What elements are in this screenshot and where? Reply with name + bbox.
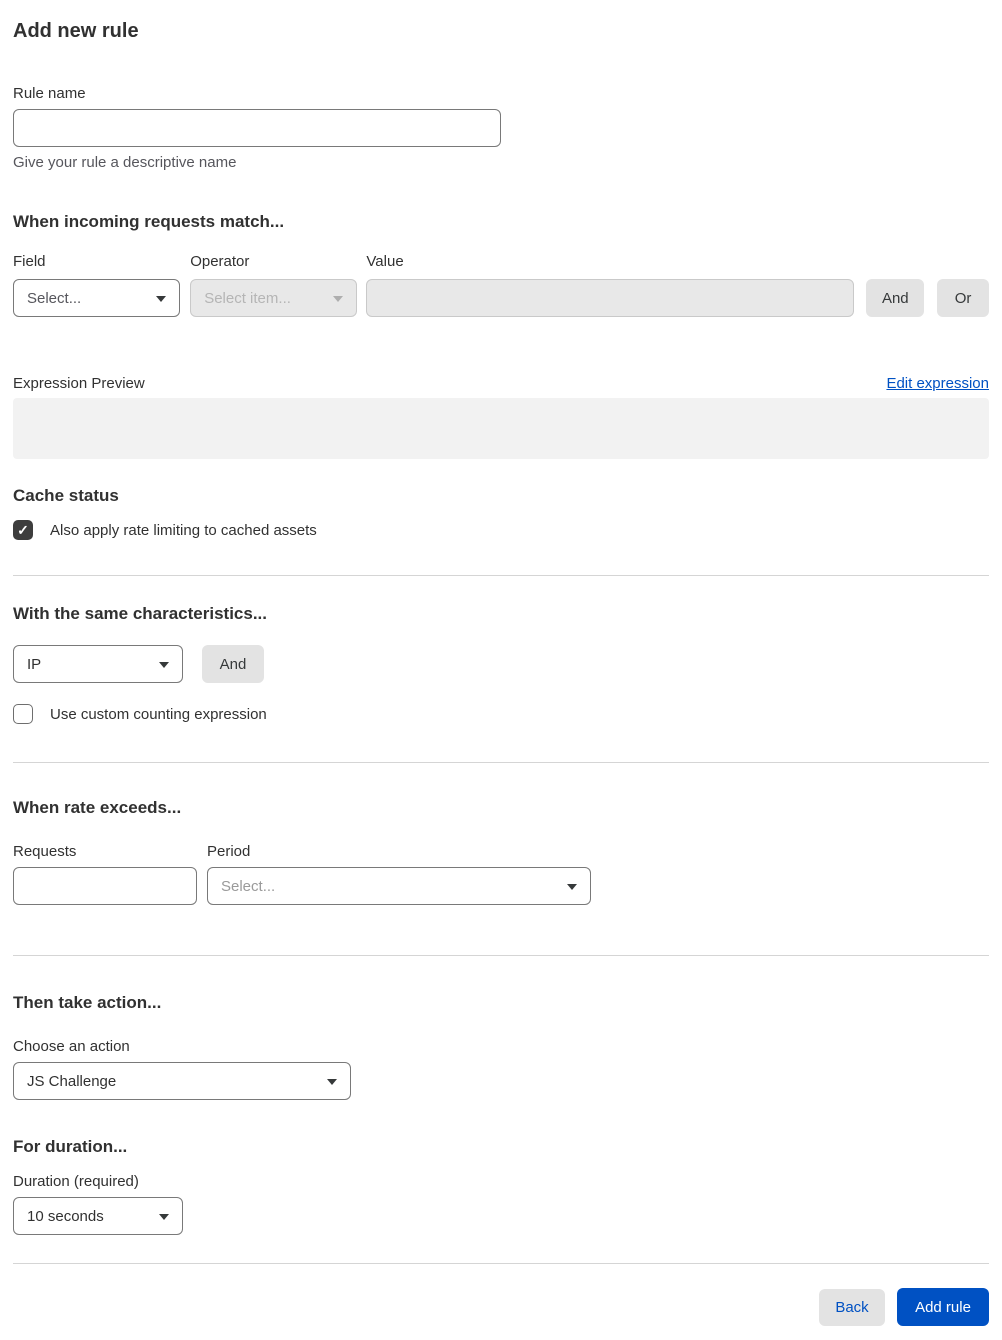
chevron-down-icon	[333, 296, 344, 302]
field-select[interactable]: Select...	[13, 279, 181, 317]
field-select-value: Select...	[27, 289, 82, 307]
back-button[interactable]: Back	[819, 1288, 885, 1326]
add-rule-button[interactable]: Add rule	[897, 1288, 989, 1326]
duration-label: Duration (required)	[13, 1173, 139, 1190]
custom-counting-row: Use custom counting expression	[13, 704, 989, 724]
action-label: Choose an action	[13, 1038, 130, 1055]
characteristic-select[interactable]: IP	[13, 645, 183, 683]
value-column: Value	[366, 252, 855, 317]
cached-assets-row: ✓ Also apply rate limiting to cached ass…	[13, 520, 989, 540]
edit-expression-link[interactable]: Edit expression	[886, 375, 989, 392]
rule-name-input[interactable]	[13, 109, 501, 147]
operator-column: Operator Select item...	[190, 252, 358, 317]
field-label: Field	[13, 253, 46, 270]
custom-counting-label: Use custom counting expression	[50, 705, 267, 723]
requests-column: Requests	[13, 842, 197, 905]
expression-preview-label: Expression Preview	[13, 375, 145, 392]
period-column: Period Select...	[207, 842, 591, 905]
or-button[interactable]: Or	[937, 279, 989, 317]
match-row: Field Select... Operator Select item... …	[13, 252, 989, 317]
characteristics-row: IP And	[13, 645, 989, 683]
operator-select-value: Select item...	[204, 289, 291, 307]
action-heading: Then take action...	[13, 993, 162, 1012]
expression-preview-header: Expression Preview Edit expression	[13, 375, 989, 392]
characteristics-heading: With the same characteristics...	[13, 604, 268, 623]
chevron-down-icon	[156, 296, 167, 302]
requests-input[interactable]	[13, 867, 197, 905]
operator-label: Operator	[190, 253, 250, 270]
requests-label: Requests	[13, 843, 77, 860]
operator-select: Select item...	[190, 279, 358, 317]
duration-select-value: 10 seconds	[27, 1207, 104, 1225]
and-button[interactable]: And	[866, 279, 925, 317]
field-column: Field Select...	[13, 252, 181, 317]
footer-actions: Back Add rule	[13, 1288, 989, 1326]
rate-row: Requests Period Select...	[13, 842, 989, 905]
add-rule-form: Add new rule Rule name Give your rule a …	[0, 0, 1002, 1326]
cached-assets-label: Also apply rate limiting to cached asset…	[50, 521, 317, 539]
rule-name-label: Rule name	[13, 85, 86, 102]
characteristic-and-button[interactable]: And	[202, 645, 264, 683]
footer-divider	[13, 1263, 989, 1264]
chevron-down-icon	[327, 1079, 337, 1085]
duration-select[interactable]: 10 seconds	[13, 1197, 183, 1235]
section-divider	[13, 575, 989, 576]
page-title: Add new rule	[13, 20, 139, 42]
custom-counting-checkbox[interactable]	[13, 704, 33, 724]
rule-name-helper: Give your rule a descriptive name	[13, 154, 237, 171]
value-input	[366, 279, 855, 317]
value-label: Value	[366, 253, 404, 270]
match-section-heading: When incoming requests match...	[13, 212, 285, 231]
chevron-down-icon	[159, 1214, 169, 1220]
period-select[interactable]: Select...	[207, 867, 591, 905]
rate-heading: When rate exceeds...	[13, 798, 182, 817]
chevron-down-icon	[159, 662, 169, 668]
expression-preview-box	[13, 398, 989, 459]
action-select-value: JS Challenge	[27, 1072, 117, 1090]
section-divider	[13, 955, 989, 956]
period-label: Period	[207, 843, 251, 860]
section-divider	[13, 762, 989, 763]
action-select[interactable]: JS Challenge	[13, 1062, 351, 1100]
cached-assets-checkbox[interactable]: ✓	[13, 520, 33, 540]
chevron-down-icon	[567, 884, 577, 890]
period-select-value: Select...	[221, 877, 276, 895]
duration-heading: For duration...	[13, 1137, 128, 1156]
rule-name-group: Rule name Give your rule a descriptive n…	[13, 84, 989, 173]
checkmark-icon: ✓	[17, 522, 29, 538]
cache-status-heading: Cache status	[13, 486, 119, 505]
characteristic-select-value: IP	[27, 655, 42, 673]
